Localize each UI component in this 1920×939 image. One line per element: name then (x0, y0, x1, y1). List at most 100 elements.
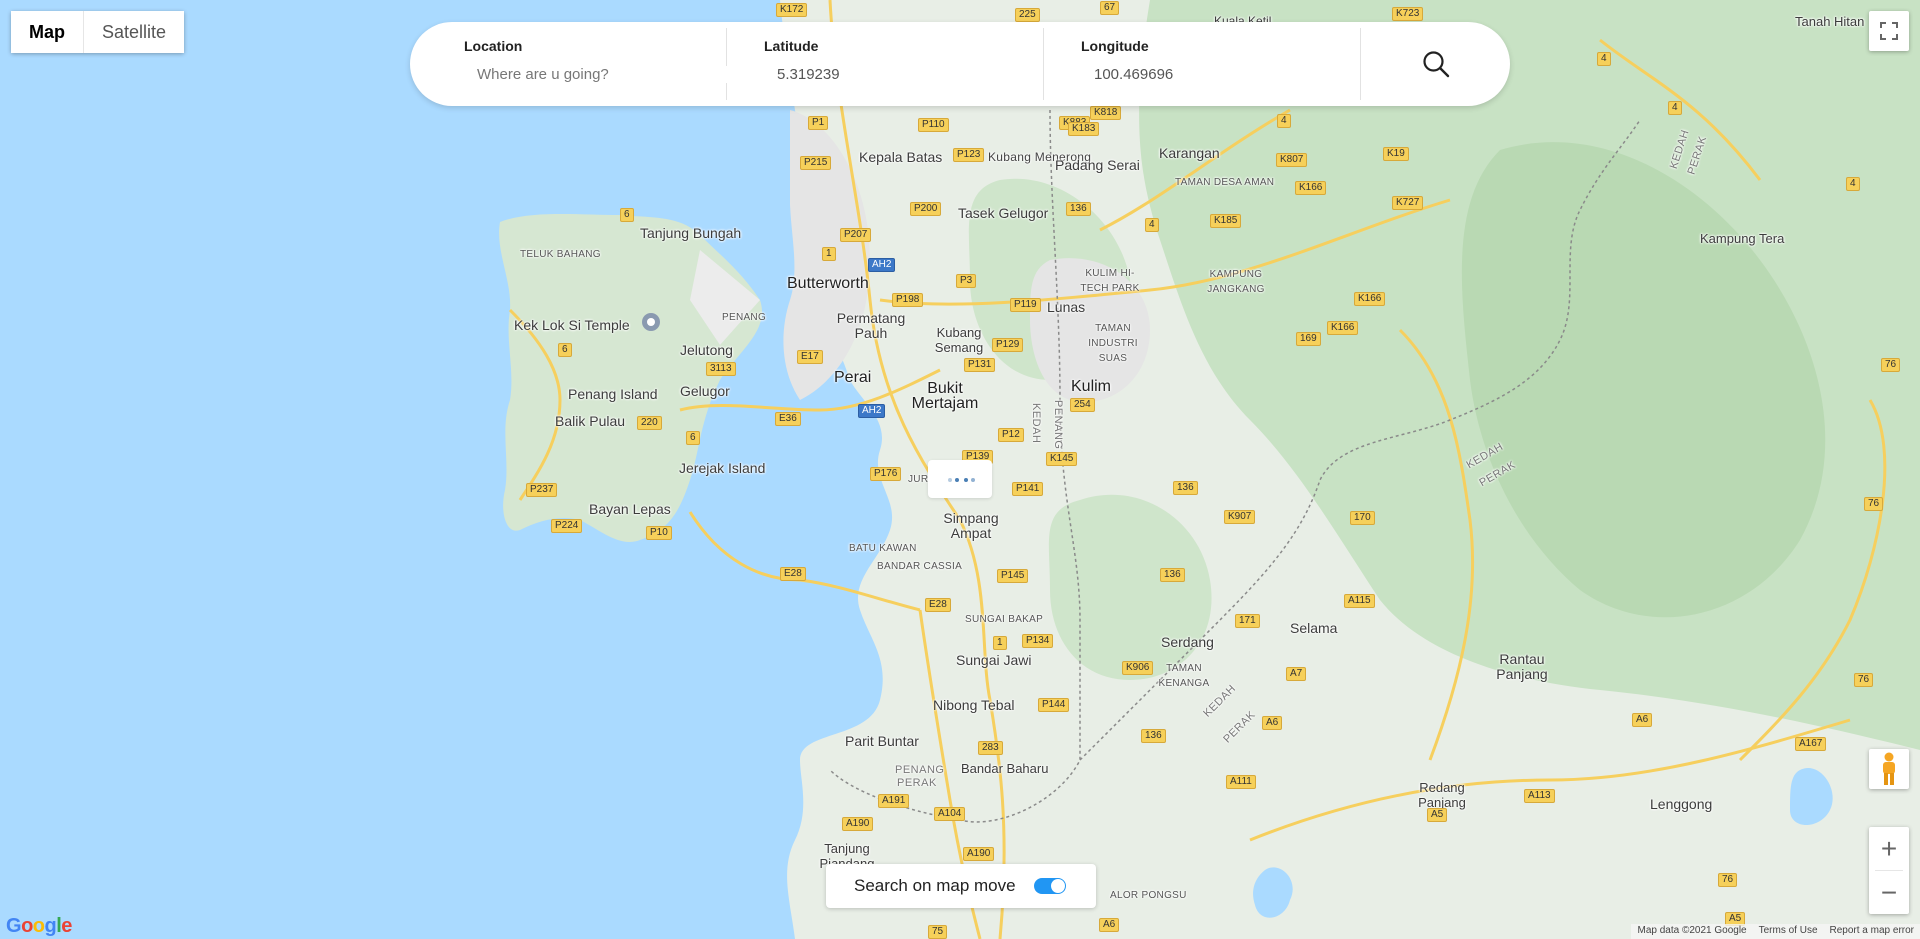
route-shield: 6 (558, 343, 572, 357)
place-label: Balik Pulau (555, 413, 626, 429)
latitude-input[interactable] (764, 66, 1030, 83)
route-shield: A115 (1344, 594, 1375, 608)
route-shield: 1 (993, 636, 1007, 650)
route-shield: 171 (1235, 614, 1260, 628)
place-label: Kepala Batas (859, 149, 943, 165)
route-shield: 283 (978, 741, 1003, 755)
place-label: TELUK BAHANG (520, 249, 601, 260)
route-shield: 4 (1145, 218, 1159, 232)
border-label-penang: PENANG (1052, 400, 1064, 450)
place-label: Karangan (1159, 145, 1220, 161)
route-shield: 136 (1160, 568, 1185, 582)
temple-marker-icon[interactable] (642, 313, 660, 331)
search-button[interactable] (1361, 22, 1510, 106)
route-shield: K166 (1295, 181, 1327, 195)
route-shield: 1 (822, 247, 836, 261)
place-label: Redang Panjang (1418, 780, 1466, 810)
route-shield: 225 (1015, 8, 1040, 22)
search-on-map-move-label: Search on map move (854, 876, 1016, 895)
route-shield: P1 (808, 116, 829, 130)
route-shield: P123 (953, 148, 985, 162)
route-shield: P129 (992, 338, 1024, 352)
place-label: Kubang Semang (934, 325, 984, 355)
place-label: Lunas (1047, 299, 1086, 315)
loading-dot (948, 478, 952, 482)
place-label: Padang Serai (1055, 157, 1140, 173)
fullscreen-button[interactable] (1869, 11, 1909, 51)
route-shield: 220 (637, 416, 662, 430)
report-map-error-link[interactable]: Report a map error (1824, 924, 1920, 939)
route-shield: 170 (1350, 511, 1375, 525)
place-label: Selama (1290, 620, 1338, 636)
place-label: TAMAN KENANGA (1158, 663, 1210, 689)
search-on-map-move-control: Search on map move (826, 864, 1096, 908)
route-shield: AH2 (858, 404, 886, 418)
loading-indicator (928, 460, 992, 498)
terms-of-use-link[interactable]: Terms of Use (1753, 924, 1824, 939)
place-label: Rantau Panjang (1496, 651, 1548, 682)
route-shield: K807 (1276, 153, 1308, 167)
toggle-knob (1051, 879, 1065, 893)
route-shield: K906 (1122, 661, 1154, 675)
map-data-attribution: Map data ©2021 Google (1637, 925, 1747, 936)
place-label: Permatang Pauh (836, 310, 906, 341)
route-shield: 3113 (706, 362, 736, 376)
fullscreen-icon (1880, 22, 1898, 40)
longitude-label: Longitude (1081, 38, 1149, 54)
route-shield: P119 (1010, 298, 1041, 312)
route-shield: 4 (1597, 52, 1611, 66)
place-label: Jerejak Island (679, 460, 766, 476)
route-shield: P134 (1022, 634, 1054, 648)
google-logo[interactable]: Google (6, 915, 72, 938)
latitude-field: Latitude (727, 28, 1044, 100)
place-label: KULIM HI-TECH PARK (1080, 268, 1140, 294)
route-shield: K727 (1392, 196, 1424, 210)
route-shield: 4 (1277, 114, 1291, 128)
map-type-satellite-button[interactable]: Satellite (84, 11, 185, 53)
route-shield: A190 (963, 847, 995, 861)
place-label: Perai (834, 369, 872, 386)
route-shield: K145 (1046, 452, 1078, 466)
route-shield: A5 (1427, 808, 1448, 822)
route-shield: E28 (925, 598, 951, 612)
place-label: Tasek Gelugor (958, 205, 1049, 221)
route-shield: P215 (800, 156, 832, 170)
place-label: SUNGAI BAKAP (965, 614, 1044, 625)
zoom-control: + − (1869, 827, 1909, 914)
zoom-in-button[interactable]: + (1869, 827, 1909, 870)
place-label: Serdang (1161, 634, 1214, 650)
route-shield: P207 (840, 228, 872, 242)
place-label: ALOR PONGSU (1110, 890, 1187, 901)
route-shield: K166 (1327, 321, 1359, 335)
route-shield: 6 (686, 431, 700, 445)
place-label: KAMPUNG JANGKANG (1207, 269, 1265, 295)
route-shield: P131 (964, 358, 996, 372)
place-label: BATU KAWAN (849, 543, 917, 554)
map-type-map-button[interactable]: Map (11, 11, 84, 53)
route-shield: P141 (1012, 482, 1044, 496)
route-shield: A191 (878, 794, 910, 808)
search-icon (1422, 51, 1449, 78)
location-input[interactable] (464, 66, 730, 83)
place-label: Kampung Tera (1700, 231, 1785, 246)
place-label: Kulim (1071, 378, 1112, 395)
route-shield: 254 (1070, 398, 1095, 412)
route-shield: A104 (934, 807, 966, 821)
route-shield: P3 (956, 274, 977, 288)
zoom-out-button[interactable]: − (1869, 871, 1909, 914)
route-shield: 169 (1296, 332, 1321, 346)
route-shield: P10 (646, 526, 672, 540)
search-on-map-move-toggle[interactable] (1034, 878, 1066, 894)
place-label: Tanah Hitan (1795, 14, 1865, 29)
route-shield: E36 (775, 412, 801, 426)
street-view-pegman-button[interactable] (1869, 749, 1909, 789)
border-label-perak: PERAK (897, 777, 937, 789)
route-shield: P224 (551, 519, 583, 533)
route-shield: A113 (1524, 789, 1555, 803)
place-label: Nibong Tebal (933, 697, 1015, 713)
route-shield: 76 (1854, 673, 1874, 687)
route-shield: A190 (842, 817, 874, 831)
route-shield: A167 (1795, 737, 1827, 751)
longitude-input[interactable] (1081, 66, 1347, 83)
route-shield: AH2 (868, 258, 896, 272)
